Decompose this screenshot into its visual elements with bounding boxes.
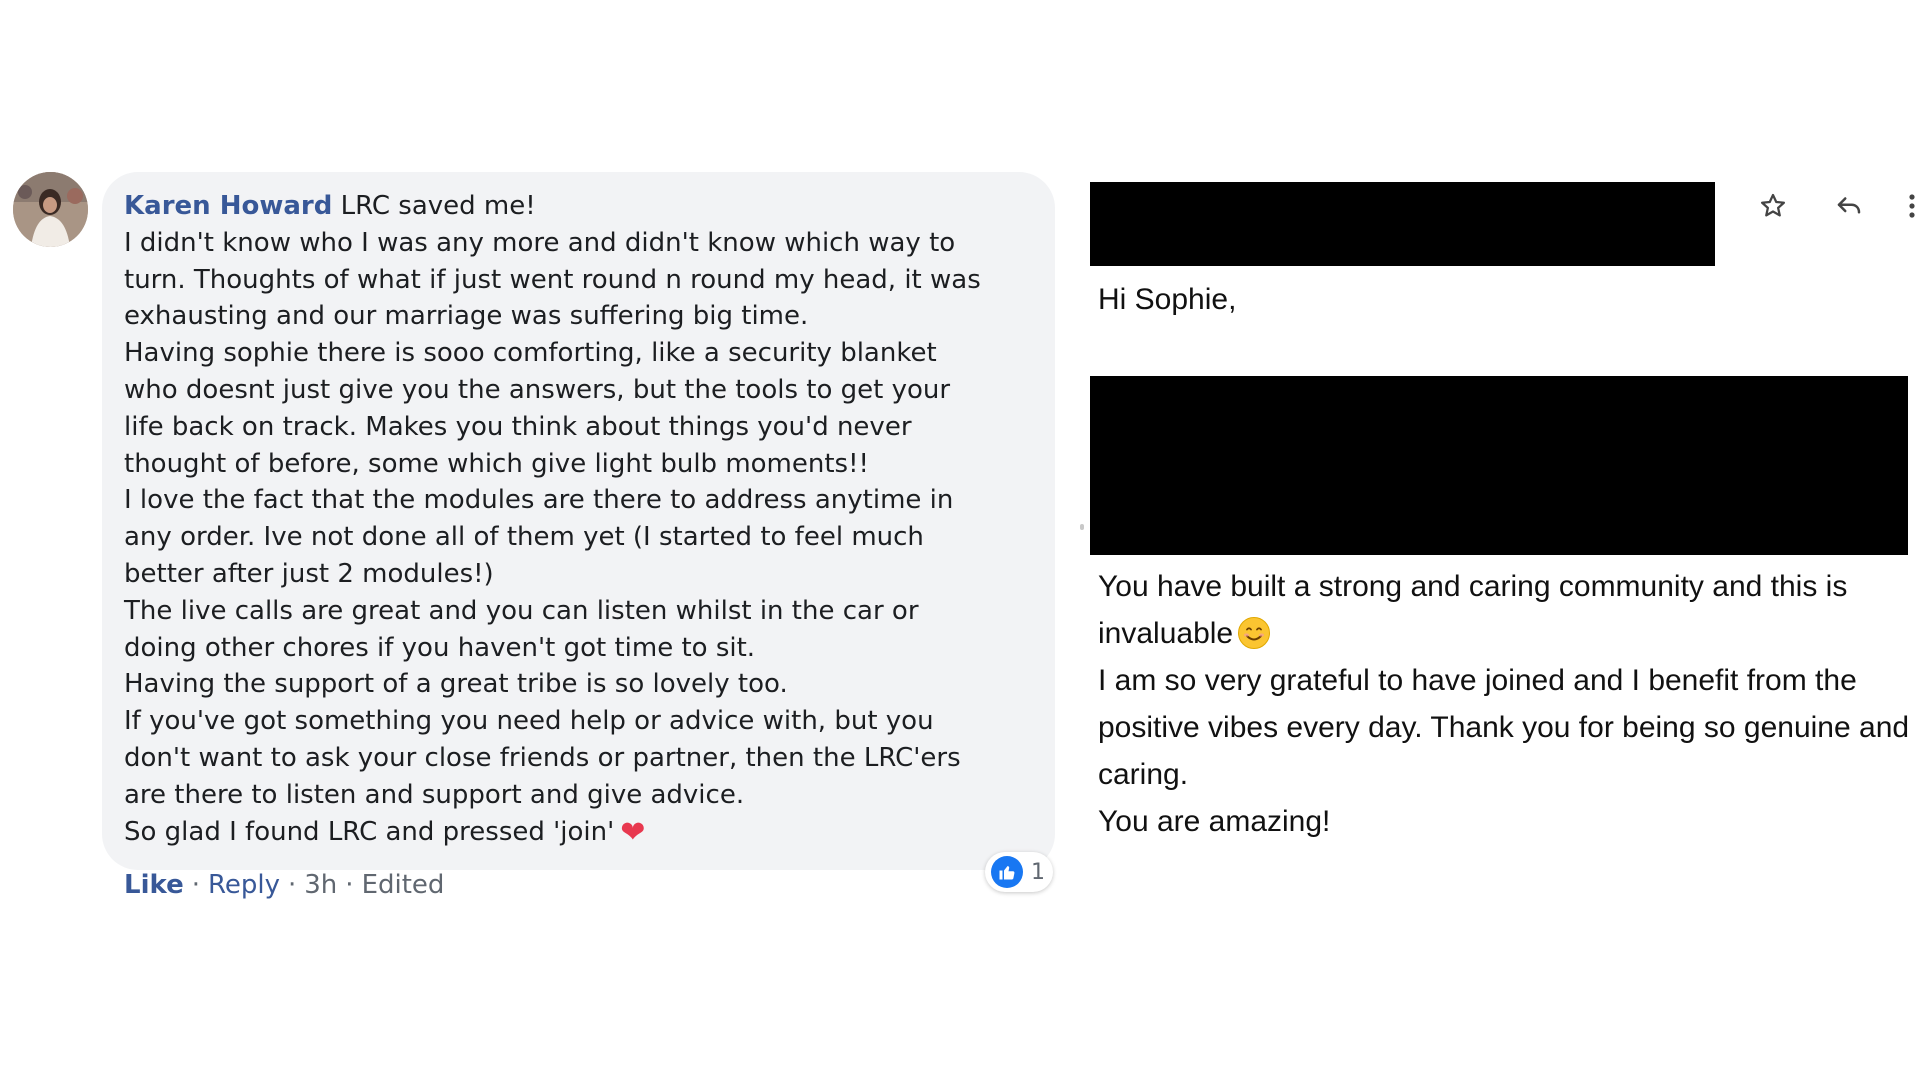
comment-actions: Like · Reply · 3h · Edited	[124, 870, 444, 900]
separator: ·	[288, 870, 297, 900]
reply-icon[interactable]	[1828, 186, 1870, 226]
reaction-summary[interactable]: 1	[985, 852, 1053, 892]
comment-author[interactable]: Karen Howard	[124, 191, 332, 221]
smiling-emoji-icon	[1238, 617, 1271, 649]
divider-mark	[1080, 524, 1084, 530]
thumbs-up-icon	[991, 856, 1023, 888]
star-icon[interactable]	[1752, 186, 1794, 226]
comment-body: I didn't know who I was any more and did…	[124, 227, 981, 847]
email-paragraph: I am so very grateful to have joined and…	[1098, 664, 1910, 791]
comment-timestamp[interactable]: 3h	[304, 870, 337, 900]
avatar[interactable]	[13, 172, 88, 247]
comment-first-line: LRC saved me!	[332, 191, 536, 221]
email-paragraph: You have built a strong and caring commu…	[1098, 563, 1918, 657]
reply-button[interactable]: Reply	[208, 870, 280, 900]
redacted-body-block	[1090, 376, 1908, 555]
edited-label[interactable]: Edited	[362, 870, 445, 900]
email-paragraph-text: You have built a strong and caring commu…	[1098, 570, 1848, 650]
heart-emoji-icon: ❤	[620, 814, 646, 850]
avatar-photo	[13, 172, 88, 247]
testimonial-screenshot: Karen Howard LRC saved me! I didn't know…	[0, 0, 1920, 1080]
comment-text: Karen Howard LRC saved me! I didn't know…	[124, 188, 1033, 851]
reaction-count: 1	[1031, 859, 1045, 885]
separator: ·	[191, 870, 200, 900]
email-paragraph: You are amazing!	[1098, 805, 1331, 838]
separator: ·	[345, 870, 354, 900]
email-body: You have built a strong and caring commu…	[1098, 563, 1918, 845]
redacted-sender-block	[1090, 182, 1715, 266]
comment-bubble: Karen Howard LRC saved me! I didn't know…	[102, 172, 1055, 870]
email-greeting: Hi Sophie,	[1098, 283, 1237, 316]
more-vertical-icon[interactable]	[1904, 186, 1920, 226]
like-button[interactable]: Like	[124, 870, 184, 900]
